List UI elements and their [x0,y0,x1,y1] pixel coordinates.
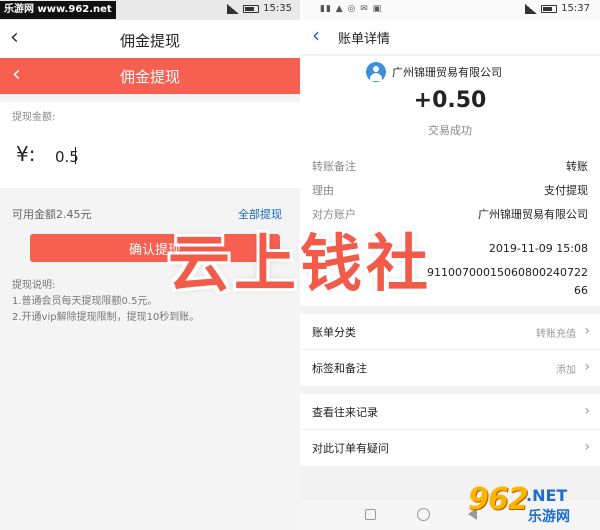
detail-row: 理由 支付提现 [300,180,600,200]
menu-item-history[interactable]: 查看往来记录 › [300,394,600,430]
red-header: ‹ 佣金提现 [0,58,300,94]
menu-item-label: 对此订单有疑问 [312,442,389,455]
detail-value: 广州锦珊贸易有限公司 [478,208,588,221]
site-logo-watermark: 962 .NET 乐游网 [468,482,596,526]
chevron-right-icon: › [584,359,590,375]
logo-cn: 乐游网 [528,509,570,525]
detail-value: 91100700015060800240722 [427,266,588,279]
status-time: 15:35 [263,3,292,14]
chevron-right-icon: › [584,403,590,419]
detail-label: 理由 [312,184,334,197]
bill-amount: +0.50 [413,88,487,113]
menu-item-label: 标签和备注 [312,362,367,375]
status-bar: ▮▮ ▲ ◎ ✉ ▣ 15:37 [300,0,600,20]
amount-label: 提现金额: [12,112,56,123]
menu-item-label: 账单分类 [312,326,356,339]
chevron-right-icon: › [584,323,590,339]
detail-value: 66 [574,284,588,297]
back-arrow-icon[interactable]: ‹ [312,23,320,47]
red-header-title: 佣金提现 [119,68,180,86]
logo-number: 962 [468,482,529,517]
merchant-name: 广州锦珊贸易有限公司 [392,66,502,79]
detail-value: 支付提现 [544,184,588,197]
page-title: 账单详情 [338,32,391,47]
available-balance: 可用金额2.45元 [12,208,92,221]
notes-line: 2.开通vip解除提现限制，提现10秒到账。 [12,312,200,323]
overlay-title: 云上钱社 [167,227,432,300]
detail-label: 转账备注 [312,160,356,173]
status-time: 15:37 [561,3,590,14]
currency-symbol: ¥: [16,142,36,166]
top-nav: ‹ 账单详情 [300,20,600,54]
amount-input[interactable] [55,146,255,168]
bill-header: 广州锦珊贸易有限公司 +0.50 交易成功 [300,56,600,150]
status-bar: 乐游网 www.962.net 15:35 [0,0,300,20]
site-watermark: 乐游网 www.962.net [0,1,116,19]
avatar-icon [366,62,386,82]
signal-icon [227,3,240,14]
battery-icon [541,4,558,13]
text-caret [75,147,76,164]
recent-apps-icon[interactable] [365,509,376,520]
bill-menu: 账单分类 转账充值 › 标签和备注 添加 › [300,314,600,386]
bill-menu-secondary: 查看往来记录 › 对此订单有疑问 › [300,394,600,466]
detail-value: 2019-11-09 15:08 [488,242,588,255]
menu-item-label: 查看往来记录 [312,406,378,419]
chevron-right-icon: › [584,439,590,455]
top-nav: ‹ 佣金提现 [0,20,300,58]
detail-value: 转账 [566,160,588,173]
signal-icon [525,3,538,14]
menu-item-tags[interactable]: 标签和备注 添加 › [300,350,600,386]
logo-net: .NET [526,486,568,505]
menu-item-value: 添加 [556,365,576,376]
amount-card: 提现金额: ¥: [0,102,300,188]
page-title: 佣金提现 [119,32,180,50]
menu-item-question[interactable]: 对此订单有疑问 › [300,430,600,466]
menu-item-value: 转账充值 [536,329,576,340]
battery-icon [243,4,260,13]
home-icon[interactable] [417,508,430,521]
menu-item-category[interactable]: 账单分类 转账充值 › [300,314,600,350]
detail-row: 转账备注 转账 [300,156,600,176]
notification-icons: ▮▮ ▲ ◎ ✉ ▣ [320,4,383,14]
trade-status: 交易成功 [428,124,472,137]
